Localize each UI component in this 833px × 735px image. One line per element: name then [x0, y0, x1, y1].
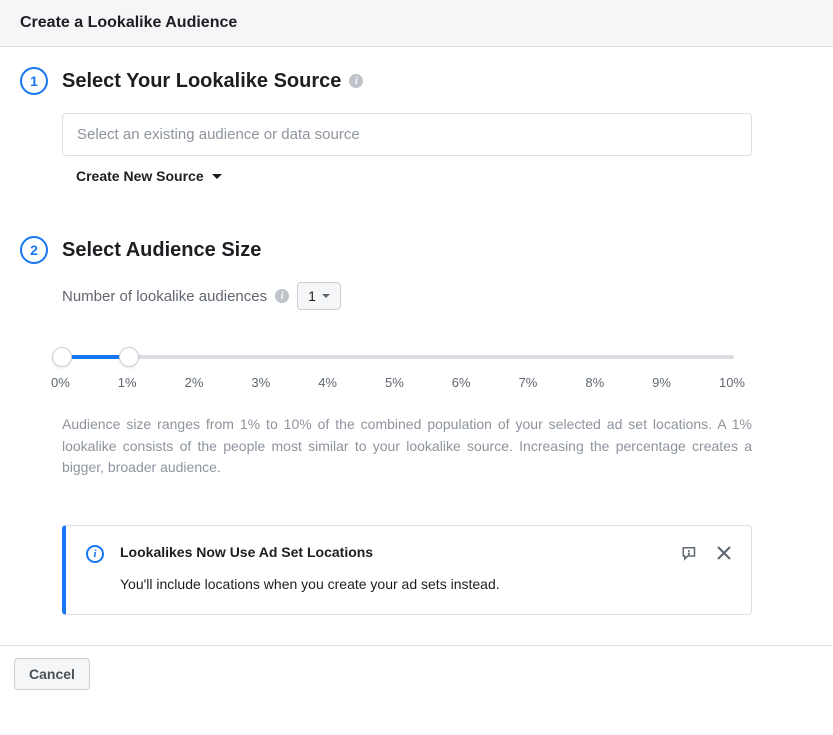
- slider-label: 3%: [251, 375, 270, 390]
- num-audiences-select[interactable]: 1: [297, 282, 341, 310]
- slider-label: 9%: [652, 375, 671, 390]
- slider-label: 6%: [452, 375, 471, 390]
- num-audiences-value: 1: [308, 288, 316, 304]
- slider-label: 8%: [585, 375, 604, 390]
- chevron-down-icon: [212, 174, 222, 179]
- chevron-down-icon: [322, 294, 330, 298]
- info-icon: i: [86, 545, 104, 563]
- info-icon[interactable]: i: [349, 74, 363, 88]
- slider-label: 1%: [118, 375, 137, 390]
- step-1-title-text: Select Your Lookalike Source: [62, 70, 341, 93]
- cancel-button[interactable]: Cancel: [14, 658, 90, 690]
- notice-title: Lookalikes Now Use Ad Set Locations: [120, 544, 665, 560]
- num-audiences-label: Number of lookalike audiences: [62, 288, 267, 305]
- modal-footer: Cancel: [0, 645, 833, 702]
- notice-content: Lookalikes Now Use Ad Set Locations You'…: [120, 544, 665, 592]
- slider-track[interactable]: [62, 355, 734, 359]
- close-icon[interactable]: [717, 546, 731, 560]
- slider-handle-start[interactable]: [52, 347, 72, 367]
- create-new-source-label: Create New Source: [76, 168, 204, 184]
- modal-title: Create a Lookalike Audience: [20, 14, 813, 32]
- lookalike-source-input[interactable]: [62, 113, 752, 156]
- slider-label: 10%: [719, 375, 745, 390]
- create-new-source-dropdown[interactable]: Create New Source: [62, 156, 236, 196]
- notice-body: You'll include locations when you create…: [120, 576, 665, 592]
- step-2-header: 2 Select Audience Size: [20, 236, 813, 264]
- audience-size-slider: 0% 1% 2% 3% 4% 5% 6% 7% 8% 9% 10%: [48, 355, 748, 390]
- step-1-body: Create New Source: [20, 113, 813, 196]
- modal-header: Create a Lookalike Audience: [0, 0, 833, 47]
- audience-size-helper-text: Audience size ranges from 1% to 10% of t…: [62, 414, 752, 479]
- step-2-body: Number of lookalike audiences i 1 0% 1% …: [20, 282, 813, 615]
- step-2-title: Select Audience Size: [62, 239, 261, 262]
- modal-content: 1 Select Your Lookalike Source i Create …: [0, 47, 833, 645]
- slider-label: 2%: [185, 375, 204, 390]
- notice-actions: [681, 544, 731, 562]
- slider-label: 7%: [519, 375, 538, 390]
- info-icon[interactable]: i: [275, 289, 289, 303]
- slider-label: 0%: [51, 375, 70, 390]
- step-1-header: 1 Select Your Lookalike Source i: [20, 67, 813, 95]
- locations-notice-card: i Lookalikes Now Use Ad Set Locations Yo…: [62, 525, 752, 615]
- slider-handle-end[interactable]: [119, 347, 139, 367]
- feedback-icon[interactable]: [681, 544, 699, 562]
- num-audiences-row: Number of lookalike audiences i 1: [62, 282, 813, 310]
- step-2-number: 2: [20, 236, 48, 264]
- slider-labels: 0% 1% 2% 3% 4% 5% 6% 7% 8% 9% 10%: [48, 369, 748, 390]
- step-1-number: 1: [20, 67, 48, 95]
- slider-label: 4%: [318, 375, 337, 390]
- step-2-title-text: Select Audience Size: [62, 239, 261, 262]
- slider-label: 5%: [385, 375, 404, 390]
- step-1-title: Select Your Lookalike Source i: [62, 70, 363, 93]
